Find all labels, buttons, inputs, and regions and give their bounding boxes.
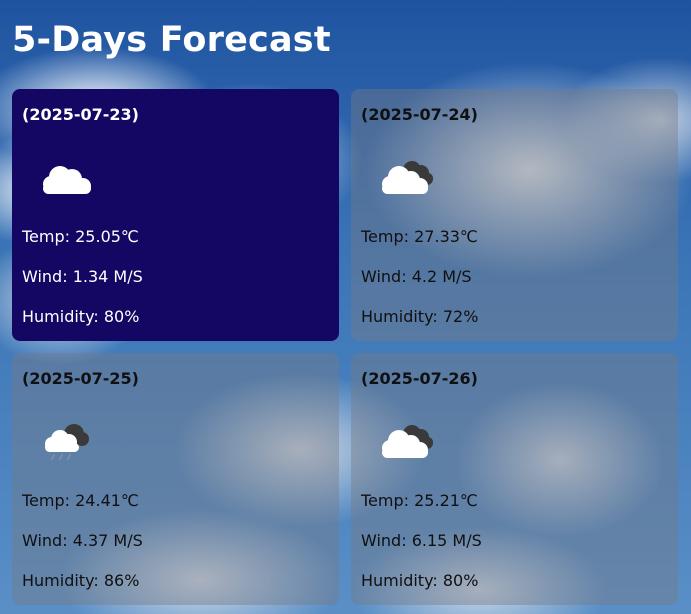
broken-clouds-icon (382, 425, 433, 458)
forecast-card[interactable]: (2025-07-24) Temp: 27.33℃ Wind: 4.2 M/S … (351, 89, 678, 341)
forecast-date: (2025-07-23) (22, 105, 139, 124)
temperature-value: Temp: 25.05℃ (22, 227, 139, 246)
humidity-value: Humidity: 80% (361, 571, 479, 590)
forecast-date: (2025-07-24) (361, 105, 478, 124)
cloud-icon (43, 166, 91, 194)
temperature-value: Temp: 24.41℃ (22, 491, 139, 510)
humidity-value: Humidity: 72% (361, 307, 479, 326)
wind-value: Wind: 4.37 M/S (22, 531, 143, 550)
rain-cloud-icon (45, 424, 89, 460)
forecast-date: (2025-07-25) (22, 369, 139, 388)
forecast-card[interactable]: (2025-07-23) Temp: 25.05℃ Wind: 1.34 M/S… (12, 89, 339, 341)
humidity-value: Humidity: 80% (22, 307, 140, 326)
wind-value: Wind: 6.15 M/S (361, 531, 482, 550)
wind-value: Wind: 4.2 M/S (361, 267, 472, 286)
temperature-value: Temp: 27.33℃ (361, 227, 478, 246)
forecast-date: (2025-07-26) (361, 369, 478, 388)
temperature-value: Temp: 25.21℃ (361, 491, 478, 510)
forecast-card[interactable]: (2025-07-26) Temp: 25.21℃ Wind: 6.15 M/S… (351, 353, 678, 605)
page-title: 5-Days Forecast (12, 20, 331, 60)
wind-value: Wind: 1.34 M/S (22, 267, 143, 286)
broken-clouds-icon (382, 161, 433, 194)
forecast-card[interactable]: (2025-07-25) Temp: 24.41℃ Wind: 4.37 M/S… (12, 353, 339, 605)
humidity-value: Humidity: 86% (22, 571, 140, 590)
